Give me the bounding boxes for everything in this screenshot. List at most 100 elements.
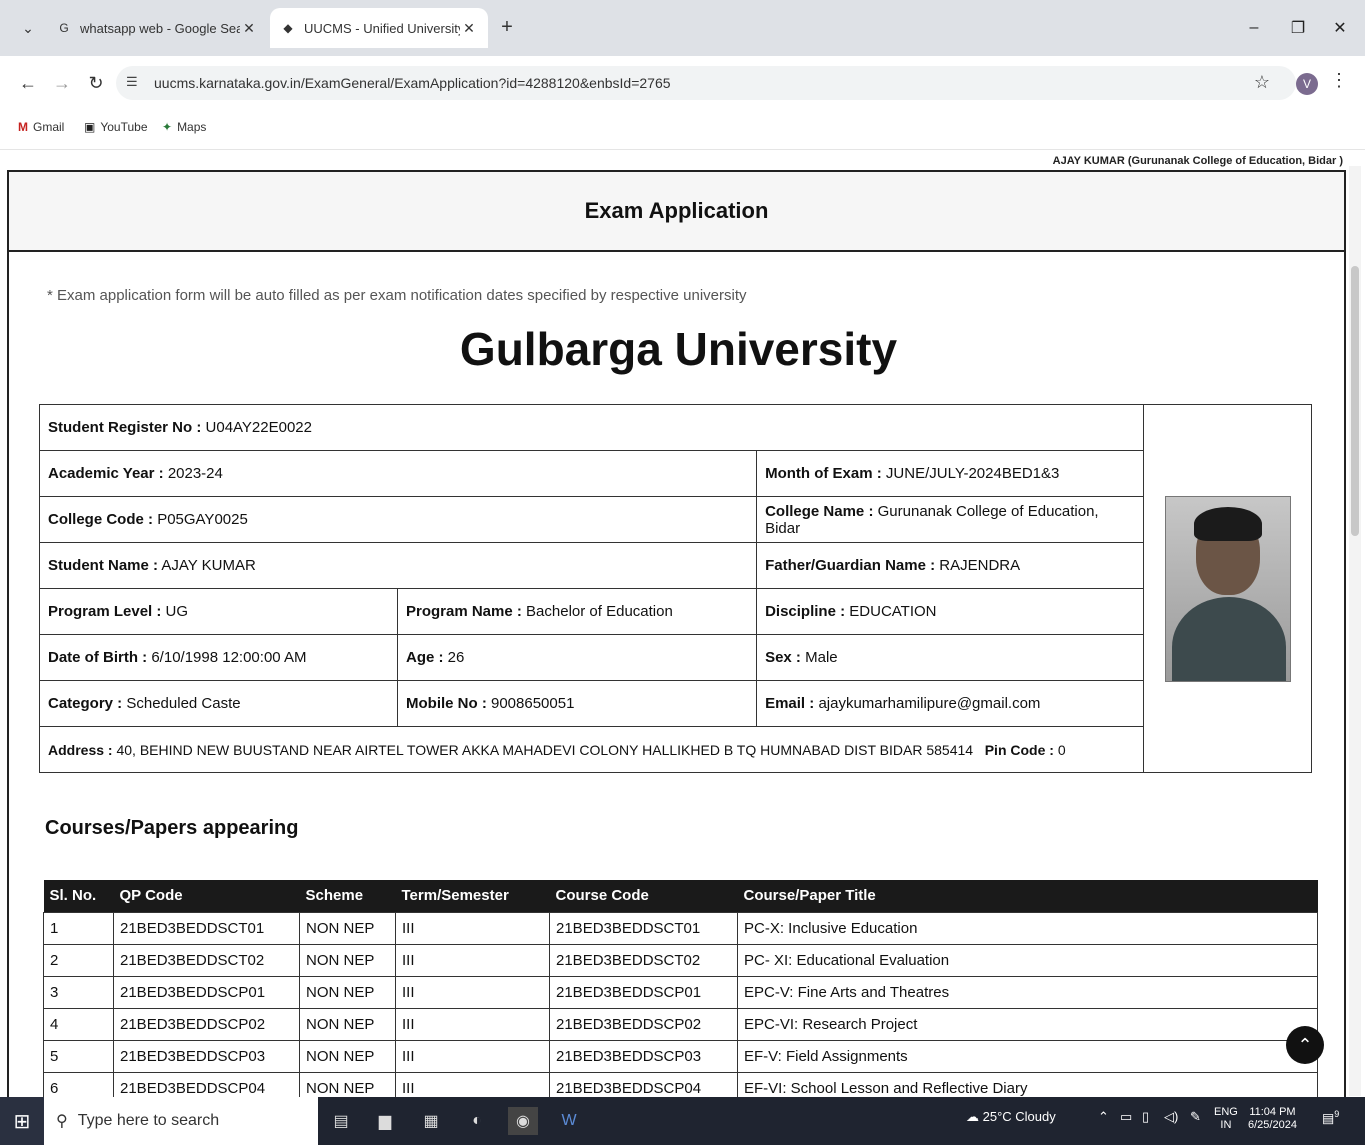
forward-arrow-icon[interactable]: → [48,69,76,97]
notification-icon[interactable]: ▤9 [1322,1109,1339,1126]
table-cell: 6 [43,1071,114,1097]
close-tab-icon[interactable]: ✕ [240,20,258,37]
tab-search-chevron-down-icon[interactable]: ⌄ [14,14,42,42]
field-label: Mobile No : [406,695,487,712]
search-placeholder: Type here to search [77,1112,220,1129]
windows-start-icon[interactable]: ⊞ [0,1097,44,1145]
table-row: 6 21BED3BEDDSCP04 NON NEP III 21BED3BEDDSCP0… [43,1071,1318,1097]
restore-button[interactable]: ❐ [1282,14,1314,42]
minimize-button[interactable]: – [1238,14,1270,42]
field-label: Age : [406,649,444,666]
courses-section-title: Courses/Papers appearing [45,817,299,839]
notification-count: 9 [1334,1109,1340,1119]
more-menu-icon[interactable]: ⋮ [1330,70,1348,91]
address-value: 40, BEHIND NEW BUUSTAND NEAR AIRTEL TOWE… [116,741,974,758]
new-tab-button[interactable]: + [494,14,520,40]
table-row: 5 21BED3BEDDSCP03 NON NEP III 21BED3BEDDSCP0… [43,1039,1318,1073]
register-no-value: U04AY22E0022 [205,419,312,436]
bookmark-label: Maps [177,120,207,134]
reload-icon[interactable]: ↻ [82,69,110,97]
chrome-icon[interactable]: ◉ [508,1107,538,1135]
college-name-cell: College Name : Gurunanak College of Educ… [756,496,1144,543]
field-label: Program Name : [406,603,522,620]
courses-header-row: Sl. No. QP Code Scheme Term/Semester Cou… [43,880,1318,912]
word-icon[interactable]: W [554,1107,584,1135]
table-cell: 21BED3BEDDSCP03 [113,1039,300,1073]
table-cell: 21BED3BEDDSCP03 [549,1039,738,1073]
table-cell: NON NEP [299,943,396,977]
close-window-button[interactable]: ✕ [1324,14,1356,42]
table-cell: 4 [43,1007,114,1041]
browser-tab-uucms[interactable]: ◆ UUCMS - Unified University Co ✕ [270,8,488,48]
sex-value: Male [805,649,838,666]
page-title: Exam Application [9,172,1344,252]
field-label: Pin Code : [984,741,1054,758]
clock[interactable]: 11:04 PM 6/25/2024 [1248,1106,1297,1132]
show-hidden-icons-chevron-up-icon[interactable]: ⌃ [1098,1109,1109,1125]
field-label: Date of Birth : [48,649,148,666]
email-value: ajaykumarhamilipure@gmail.com [818,695,1041,712]
table-cell: III [395,1071,550,1097]
sex-cell: Sex : Male [756,634,1144,681]
table-cell: 5 [43,1039,114,1073]
profile-avatar[interactable]: V [1296,73,1318,95]
field-label: Father/Guardian Name : [765,557,936,574]
page-scrollbar[interactable] [1349,166,1361,1096]
logged-in-user: AJAY KUMAR (Gurunanak College of Educati… [1052,155,1343,167]
auto-fill-note: * Exam application form will be auto fil… [47,287,747,304]
table-cell: 21BED3BEDDSCP02 [549,1007,738,1041]
weather-widget[interactable]: ☁ 25°C Cloudy [966,1109,1056,1125]
table-cell: EPC-V: Fine Arts and Theatres [737,975,1318,1009]
task-view-icon[interactable]: ▤ [326,1107,356,1135]
field-label: College Name : [765,502,874,520]
bookmark-label: YouTube [100,120,148,134]
volume-icon[interactable]: ◁) [1164,1109,1178,1125]
program-name-cell: Program Name : Bachelor of Education [396,588,758,635]
dob-cell: Date of Birth : 6/10/1998 12:00:00 AM [39,634,398,681]
table-row: 1 21BED3BEDDSCT01 NON NEP III 21BED3BEDDSCT0… [43,911,1318,945]
table-cell: NON NEP [299,1039,396,1073]
browser-tab-google-search[interactable]: G whatsapp web - Google Search ✕ [46,8,268,48]
bookmark-youtube[interactable]: ▣ YouTube [84,120,148,134]
table-cell: III [395,943,550,977]
windows-taskbar: ⊞ ⚲ Type here to search ▤ ▆ ▦ ◐ ◉ W ☁ 25… [0,1097,1365,1145]
language-indicator[interactable]: ENG IN [1214,1106,1238,1132]
close-tab-icon[interactable]: ✕ [460,20,478,37]
bookmark-gmail[interactable]: M Gmail [18,120,64,134]
scrollbar-thumb[interactable] [1351,266,1359,536]
exam-application-panel: Exam Application * Exam application form… [7,170,1346,1097]
academic-year-cell: Academic Year : 2023-24 [38,450,758,497]
category-cell: Category : Scheduled Caste [39,680,398,727]
scroll-to-top-chevron-up-icon[interactable]: ⌃ [1286,1026,1324,1064]
gmail-icon: M [18,120,28,134]
network-icon[interactable]: ▭ [1120,1109,1132,1125]
monitor-icon[interactable]: ▯ [1142,1109,1149,1125]
table-cell: PC-X: Inclusive Education [737,911,1318,945]
table-cell: 21BED3BEDDSCT02 [113,943,300,977]
discipline-value: EDUCATION [849,603,937,620]
youtube-icon: ▣ [84,120,96,134]
lang-bottom: IN [1220,1119,1232,1131]
url-text[interactable]: uucms.karnataka.gov.in/ExamGeneral/ExamA… [154,75,671,91]
diamond-icon: ◆ [283,21,293,35]
app-icon[interactable]: ◐ [462,1107,492,1135]
site-info-icon[interactable]: ☰ [126,74,138,90]
date: 6/25/2024 [1248,1119,1297,1131]
store-icon[interactable]: ▦ [416,1107,446,1135]
col-header: Course/Paper Title [737,880,1318,912]
address-bar[interactable]: ☰ uucms.karnataka.gov.in/ExamGeneral/Exa… [116,66,1296,100]
taskbar-search-input[interactable]: ⚲ Type here to search [44,1097,318,1145]
category-value: Scheduled Caste [126,695,241,712]
bookmark-maps[interactable]: ✦ Maps [162,120,206,134]
file-explorer-icon[interactable]: ▆ [370,1107,400,1135]
address-cell: Address : 40, BEHIND NEW BUUSTAND NEAR A… [39,726,1144,773]
back-arrow-icon[interactable]: ← [14,69,42,97]
weather-text: 25°C Cloudy [982,1109,1056,1124]
browser-toolbar: ← → ↻ ☰ uucms.karnataka.gov.in/ExamGener… [0,56,1365,110]
pen-icon[interactable]: ✎ [1190,1109,1201,1125]
bookmark-star-icon[interactable]: ☆ [1254,72,1270,93]
search-icon: ⚲ [56,1113,68,1130]
program-name-value: Bachelor of Education [526,603,673,620]
table-row: 4 21BED3BEDDSCP02 NON NEP III 21BED3BEDDSCP0… [43,1007,1318,1041]
age-value: 26 [447,649,465,666]
